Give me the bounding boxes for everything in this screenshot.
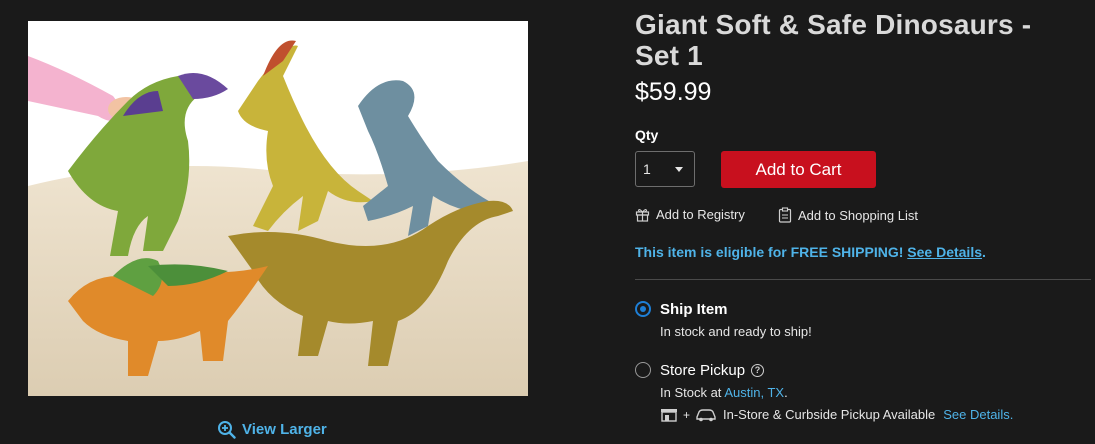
divider: [635, 279, 1091, 280]
help-icon[interactable]: ?: [751, 364, 765, 377]
qty-value: 1: [643, 161, 651, 177]
add-to-cart-button[interactable]: Add to Cart: [721, 151, 876, 188]
store-icon: [661, 408, 677, 422]
add-to-shopping-list-link[interactable]: Add to Shopping List: [778, 207, 918, 223]
shipping-period: .: [982, 244, 986, 260]
zoom-in-icon: [218, 421, 236, 439]
add-to-registry-link[interactable]: Add to Registry: [635, 207, 745, 222]
product-photo: [28, 21, 528, 396]
view-larger-label: View Larger: [242, 421, 327, 438]
curbside-pickup-text: In-Store & Curbside Pickup Available: [723, 407, 936, 422]
pickup-period: .: [784, 385, 788, 400]
store-pickup-label: Store Pickup: [660, 362, 746, 379]
pickup-stock-status: In Stock at Austin, TX.: [660, 385, 788, 400]
qty-select[interactable]: 1: [635, 151, 695, 187]
add-to-shopping-list-label: Add to Shopping List: [798, 207, 918, 223]
ship-item-radio[interactable]: [635, 301, 651, 317]
clipboard-icon: [778, 207, 792, 223]
curbside-pickup-row: + In-Store & Curbside Pickup Available S…: [660, 407, 1013, 422]
add-to-registry-label: Add to Registry: [656, 207, 745, 222]
plus-sign: +: [683, 407, 691, 422]
shipping-see-details-link[interactable]: See Details: [907, 244, 982, 260]
free-shipping-note: This item is eligible for FREE SHIPPING!…: [635, 244, 986, 260]
gift-icon: [635, 208, 650, 222]
view-larger-link[interactable]: View Larger: [217, 420, 327, 439]
store-pickup-radio[interactable]: [635, 362, 651, 378]
pickup-see-details-link[interactable]: See Details.: [943, 407, 1013, 422]
product-title: Giant Soft & Safe Dinosaurs - Set 1: [635, 9, 1032, 71]
product-price: $59.99: [635, 78, 712, 106]
qty-label: Qty: [635, 127, 659, 143]
ship-item-label[interactable]: Ship Item: [660, 301, 728, 318]
ship-item-status: In stock and ready to ship!: [660, 324, 812, 339]
store-pickup-option[interactable]: Store Pickup?: [660, 362, 765, 379]
store-location-link[interactable]: Austin, TX: [724, 385, 784, 400]
free-shipping-text: This item is eligible for FREE SHIPPING!: [635, 244, 904, 260]
chevron-down-icon: [675, 167, 683, 172]
car-icon: [696, 408, 716, 421]
pickup-stock-prefix: In Stock at: [660, 385, 722, 400]
product-image[interactable]: [28, 21, 528, 396]
